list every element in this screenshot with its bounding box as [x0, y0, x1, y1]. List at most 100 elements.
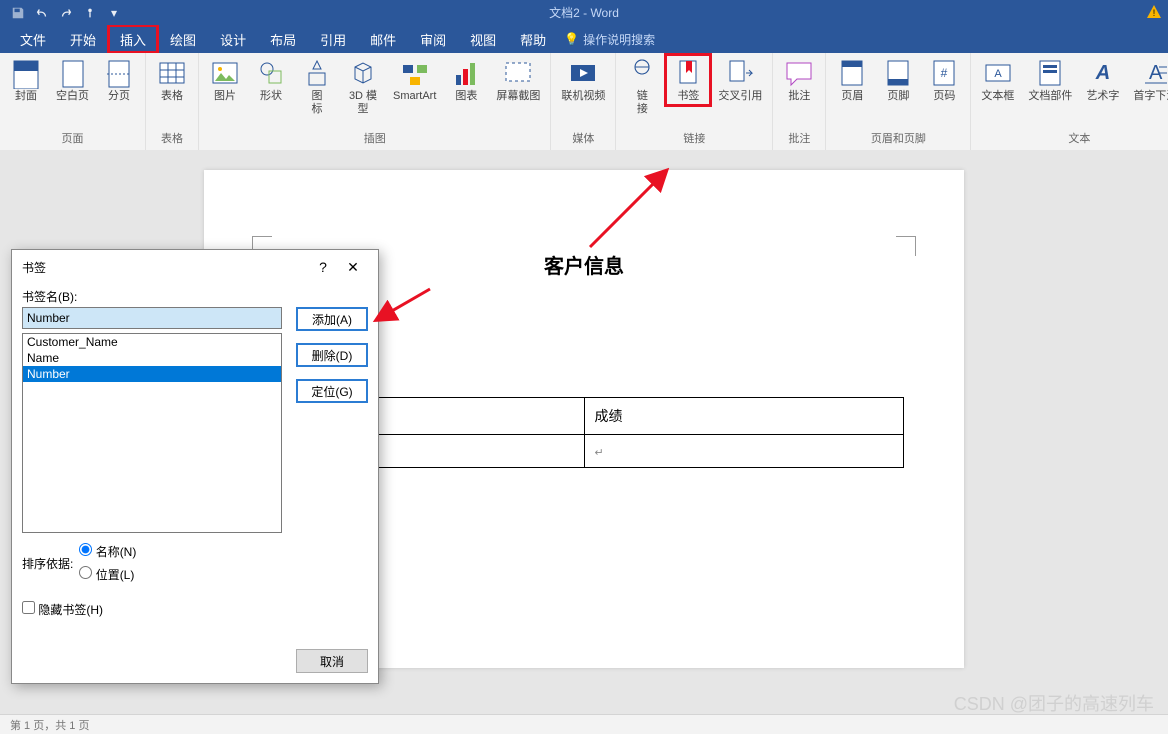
bookmark-name-label: 书签名(B):	[22, 288, 368, 305]
hidden-bookmarks-checkbox[interactable]	[22, 601, 35, 614]
ribbon-tabs: 文件开始插入绘图设计布局引用邮件审阅视图帮助💡操作说明搜索	[0, 25, 1168, 53]
ribbon-group-链接: 链 接书签交叉引用链接	[616, 53, 773, 150]
sort-name-radio[interactable]: 名称(N)	[79, 543, 136, 560]
dialog-title: 书签	[22, 259, 308, 276]
bookmark-list-item[interactable]: Name	[23, 350, 281, 366]
tab-邮件[interactable]: 邮件	[358, 25, 408, 53]
ribbon-bookmark-button[interactable]: 书签	[666, 55, 710, 105]
ribbon-group-title: 批注	[788, 130, 810, 148]
warning-icon[interactable]: !	[1146, 4, 1162, 23]
qat-dropdown-icon[interactable]: ▾	[106, 5, 122, 21]
bookmark-name-input[interactable]	[22, 307, 282, 329]
ribbon-label: 图表	[455, 90, 477, 103]
ribbon-group-页面: 封面空白页分页页面	[0, 53, 146, 150]
touch-mode-icon[interactable]	[82, 5, 98, 21]
add-button[interactable]: 添加(A)	[296, 307, 368, 331]
break-icon	[103, 57, 135, 89]
ribbon-footer-button[interactable]: 页脚	[876, 55, 920, 105]
ribbon-wordart-button[interactable]: A艺术字	[1080, 55, 1125, 105]
dialog-body: 书签名(B): Customer_NameNameNumber 添加(A) 删除…	[12, 284, 378, 628]
ribbon-smartart-button[interactable]: SmartArt	[387, 55, 442, 105]
wordart-icon: A	[1087, 57, 1119, 89]
smartart-icon	[399, 57, 431, 89]
ribbon-picture-button[interactable]: 图片	[203, 55, 247, 105]
undo-icon[interactable]	[34, 5, 50, 21]
help-icon[interactable]: ?	[308, 259, 338, 275]
redo-icon[interactable]	[58, 5, 74, 21]
tab-布局[interactable]: 布局	[258, 25, 308, 53]
table-cell[interactable]: ↵	[584, 435, 904, 468]
tab-开始[interactable]: 开始	[58, 25, 108, 53]
delete-button[interactable]: 删除(D)	[296, 343, 368, 367]
bookmark-list[interactable]: Customer_NameNameNumber	[22, 333, 282, 533]
table-icon	[156, 57, 188, 89]
ribbon-break-button[interactable]: 分页	[97, 55, 141, 105]
ribbon-chart-button[interactable]: 图表	[444, 55, 488, 105]
ribbon-label: 页眉	[841, 90, 863, 103]
shapes-icon	[255, 57, 287, 89]
svg-text:A: A	[994, 68, 1002, 80]
ribbon-label: 批注	[788, 90, 810, 103]
ribbon-video-button[interactable]: 联机视频	[555, 55, 611, 105]
ribbon-quickparts-button[interactable]: 文档部件	[1022, 55, 1078, 105]
ribbon-group-页眉和页脚: 页眉页脚#页码页眉和页脚	[826, 53, 971, 150]
ribbon-label: 3D 模 型	[349, 90, 377, 116]
ribbon-screenshot-button[interactable]: 屏幕截图	[490, 55, 546, 105]
ribbon-label: 分页	[108, 90, 130, 103]
table-cell[interactable]: 成绩	[584, 398, 904, 435]
screenshot-icon	[502, 57, 534, 89]
bookmark-list-item[interactable]: Customer_Name	[23, 334, 281, 350]
sort-by-row: 排序依据: 名称(N) 位置(L)	[22, 543, 368, 583]
ribbon: 封面空白页分页页面表格表格图片形状图 标3D 模 型SmartArt图表屏幕截图…	[0, 53, 1168, 151]
tab-帮助[interactable]: 帮助	[508, 25, 558, 53]
tab-审阅[interactable]: 审阅	[408, 25, 458, 53]
pagenum-icon: #	[928, 57, 960, 89]
ribbon-3d-button[interactable]: 3D 模 型	[341, 55, 385, 118]
ribbon-label: 页脚	[887, 90, 909, 103]
ribbon-group-批注: 批注批注	[773, 53, 826, 150]
ribbon-icons-button[interactable]: 图 标	[295, 55, 339, 118]
crossref-icon	[724, 57, 756, 89]
save-icon[interactable]	[10, 5, 26, 21]
close-icon[interactable]: ✕	[338, 259, 368, 276]
ribbon-table-button[interactable]: 表格	[150, 55, 194, 105]
hidden-bookmarks-row[interactable]: 隐藏书签(H)	[22, 601, 368, 618]
ribbon-blank-button[interactable]: 空白页	[50, 55, 95, 105]
ribbon-group-表格: 表格表格	[146, 53, 199, 150]
ribbon-cover-button[interactable]: 封面	[4, 55, 48, 105]
ribbon-group-插图: 图片形状图 标3D 模 型SmartArt图表屏幕截图插图	[199, 53, 551, 150]
margin-corner	[896, 236, 916, 256]
tab-插入[interactable]: 插入	[108, 25, 158, 53]
tab-引用[interactable]: 引用	[308, 25, 358, 53]
ribbon-label: 联机视频	[561, 90, 605, 103]
ribbon-label: 表格	[161, 90, 183, 103]
tab-设计[interactable]: 设计	[208, 25, 258, 53]
goto-button[interactable]: 定位(G)	[296, 379, 368, 403]
ribbon-textbox-button[interactable]: A文本框	[975, 55, 1020, 105]
tell-me-search[interactable]: 💡操作说明搜索	[558, 25, 655, 53]
ribbon-shapes-button[interactable]: 形状	[249, 55, 293, 105]
tab-视图[interactable]: 视图	[458, 25, 508, 53]
svg-text:#: #	[941, 66, 948, 80]
ribbon-comment-button[interactable]: 批注	[777, 55, 821, 105]
lightbulb-icon: 💡	[564, 32, 579, 46]
ribbon-label: 封面	[15, 90, 37, 103]
header-icon	[836, 57, 868, 89]
sort-location-radio[interactable]: 位置(L)	[79, 566, 136, 583]
ribbon-crossref-button[interactable]: 交叉引用	[712, 55, 768, 105]
bookmark-list-item[interactable]: Number	[23, 366, 281, 382]
ribbon-label: 艺术字	[1086, 90, 1119, 103]
bookmark-dialog: 书签 ? ✕ 书签名(B): Customer_NameNameNumber 添…	[11, 249, 379, 684]
watermark: CSDN @团子的高速列车	[954, 690, 1154, 716]
ribbon-header-button[interactable]: 页眉	[830, 55, 874, 105]
tab-绘图[interactable]: 绘图	[158, 25, 208, 53]
dialog-titlebar: 书签 ? ✕	[12, 250, 378, 284]
tab-文件[interactable]: 文件	[8, 25, 58, 53]
quick-access-toolbar: ▾	[0, 5, 122, 21]
ribbon-dropcap-button[interactable]: A首字下沉	[1127, 55, 1168, 105]
ribbon-pagenum-button[interactable]: #页码	[922, 55, 966, 105]
cancel-button[interactable]: 取消	[296, 649, 368, 673]
ribbon-link-button[interactable]: 链 接	[620, 55, 664, 118]
ribbon-label: 空白页	[56, 90, 89, 103]
status-bar: 第 1 页，共 1 页	[0, 714, 1168, 734]
